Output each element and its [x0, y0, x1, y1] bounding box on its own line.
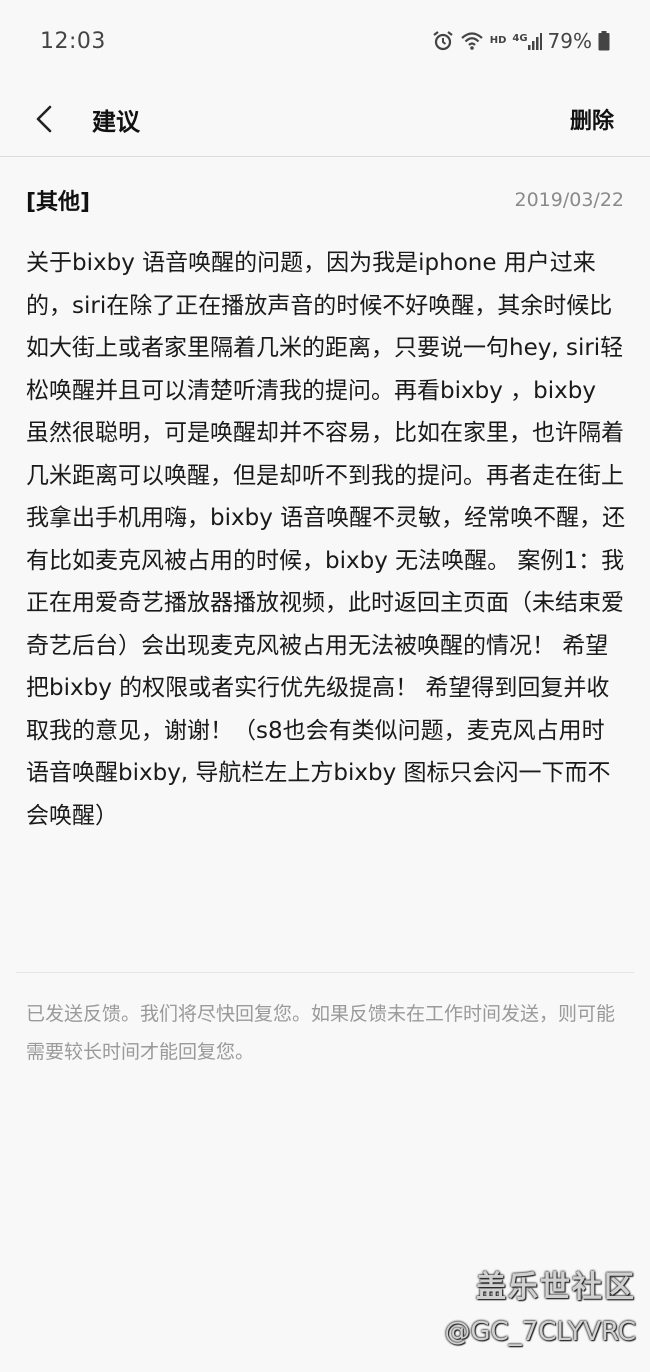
community-watermark: 盖乐世社区 @GC_7CLYVRC — [444, 1268, 636, 1350]
section-divider — [16, 972, 634, 973]
watermark-brand: 盖乐世社区 — [476, 1270, 636, 1305]
page-title: 建议 — [92, 107, 140, 136]
battery-percent: 79% — [547, 29, 592, 53]
feedback-date: 2019/03/22 — [514, 189, 624, 211]
watermark-user: @GC_7CLYVRC — [444, 1317, 636, 1347]
status-time: 12:03 — [40, 28, 106, 54]
alarm-icon — [432, 30, 454, 52]
status-icons: HD 4G 79% — [432, 29, 610, 53]
feedback-category: [其他] — [26, 190, 91, 215]
feedback-notice: 已发送反馈。我们将尽快回复您。如果反馈未在工作时间发送，则可能需要较长时间才能回… — [26, 1003, 616, 1063]
wifi-icon — [460, 31, 484, 51]
network-type: 4G — [512, 33, 528, 44]
back-arrow-icon — [36, 105, 52, 133]
battery-icon — [598, 31, 610, 51]
signal-icon: 4G — [512, 32, 542, 50]
header-divider — [0, 156, 650, 157]
hd-voice-indicator: HD — [489, 35, 507, 46]
feedback-body: 关于bixby 语音唤醒的问题，因为我是iphone 用户过来的，siri在除了… — [26, 250, 626, 829]
delete-button[interactable]: 删除 — [570, 103, 614, 135]
app-header: 建议 删除 — [0, 82, 650, 156]
status-bar: 12:03 HD 4G 79% — [0, 0, 650, 82]
message-meta: [其他] 2019/03/22 — [26, 184, 624, 216]
back-button[interactable] — [30, 99, 58, 139]
